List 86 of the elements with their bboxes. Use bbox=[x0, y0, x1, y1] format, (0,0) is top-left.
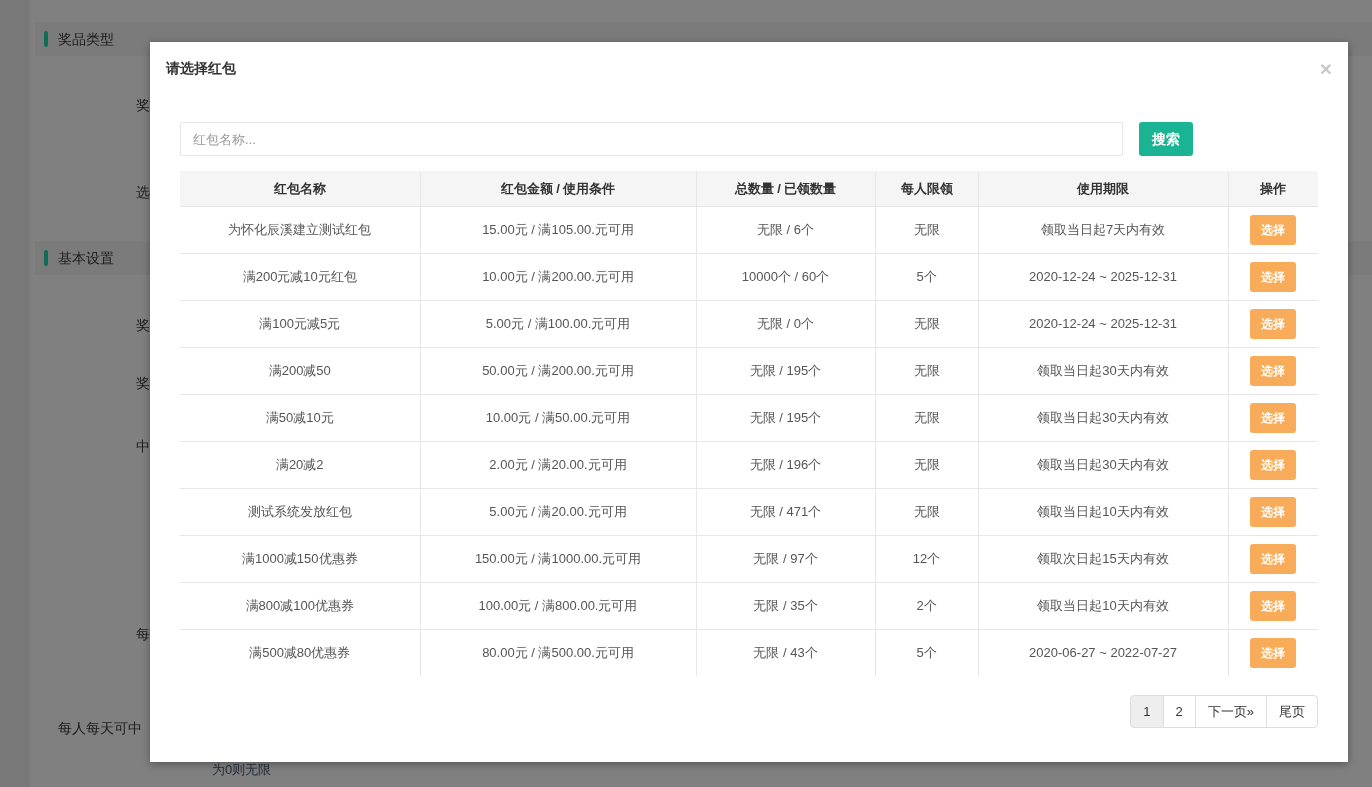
field-label: 奖 bbox=[135, 374, 150, 393]
column-header: 使用期限 bbox=[978, 171, 1228, 206]
field-label: 每 bbox=[135, 625, 150, 644]
select-button[interactable]: 选择 bbox=[1250, 402, 1297, 433]
table-cell: 2个 bbox=[875, 582, 978, 629]
table-cell: 满200元减10元红包 bbox=[180, 253, 420, 300]
table-cell: 2.00元 / 满20.00.元可用 bbox=[420, 441, 696, 488]
page-link[interactable]: 下一页» bbox=[1194, 695, 1267, 728]
column-header: 操作 bbox=[1228, 171, 1318, 206]
page-link[interactable]: 2 bbox=[1162, 695, 1196, 728]
select-button[interactable]: 选择 bbox=[1250, 637, 1297, 668]
table-cell: 无限 / 471个 bbox=[696, 488, 875, 535]
search-button[interactable]: 搜索 bbox=[1139, 122, 1193, 156]
table-cell: 领取当日起30天内有效 bbox=[978, 394, 1228, 441]
table-cell: 满20减2 bbox=[180, 441, 420, 488]
field-label: 奖 bbox=[135, 96, 150, 115]
table-cell: 无限 / 35个 bbox=[696, 582, 875, 629]
table-cell: 满800减100优惠券 bbox=[180, 582, 420, 629]
table-cell: 5.00元 / 满100.00.元可用 bbox=[420, 300, 696, 347]
table-cell: 无限 bbox=[875, 441, 978, 488]
select-button[interactable]: 选择 bbox=[1250, 261, 1297, 292]
table-cell: 无限 bbox=[875, 394, 978, 441]
table-cell: 满1000减150优惠券 bbox=[180, 535, 420, 582]
table-cell: 领取当日起30天内有效 bbox=[978, 441, 1228, 488]
page-link[interactable]: 尾页 bbox=[1266, 695, 1318, 728]
table-cell: 10.00元 / 满50.00.元可用 bbox=[420, 394, 696, 441]
table-cell: 2020-12-24 ~ 2025-12-31 bbox=[978, 300, 1228, 347]
select-button[interactable]: 选择 bbox=[1250, 355, 1297, 386]
table-cell: 无限 / 195个 bbox=[696, 394, 875, 441]
select-button[interactable]: 选择 bbox=[1250, 449, 1297, 480]
table-cell: 15.00元 / 满105.00.元可用 bbox=[420, 206, 696, 253]
table-cell: 50.00元 / 满200.00.元可用 bbox=[420, 347, 696, 394]
table-cell: 150.00元 / 满1000.00.元可用 bbox=[420, 535, 696, 582]
table-cell: 2020-12-24 ~ 2025-12-31 bbox=[978, 253, 1228, 300]
table-cell: 10000个 / 60个 bbox=[696, 253, 875, 300]
table-cell: 满500减80优惠券 bbox=[180, 629, 420, 676]
table-cell: 80.00元 / 满500.00.元可用 bbox=[420, 629, 696, 676]
section-title: 基本设置 bbox=[58, 248, 114, 268]
field-label: 每人每天可中 bbox=[57, 719, 142, 738]
table-cell: 10.00元 / 满200.00.元可用 bbox=[420, 253, 696, 300]
table-cell: 无限 bbox=[875, 300, 978, 347]
table-cell: 无限 bbox=[875, 206, 978, 253]
table-cell: 5.00元 / 满20.00.元可用 bbox=[420, 488, 696, 535]
search-field[interactable]: 红包名称... bbox=[180, 122, 1123, 156]
field-label: 中 bbox=[135, 437, 150, 456]
table-cell: 领取次日起15天内有效 bbox=[978, 535, 1228, 582]
close-button[interactable]: × bbox=[1319, 57, 1332, 79]
modal-title: 请选择红包 bbox=[166, 58, 236, 78]
column-header: 每人限领 bbox=[875, 171, 978, 206]
column-header: 红包金额 / 使用条件 bbox=[420, 171, 696, 206]
table-cell: 满200减50 bbox=[180, 347, 420, 394]
table-cell: 满100元减5元 bbox=[180, 300, 420, 347]
field-label: 奖 bbox=[135, 316, 150, 335]
column-header: 红包名称 bbox=[180, 171, 420, 206]
table-cell: 12个 bbox=[875, 535, 978, 582]
column-header: 总数量 / 已领数量 bbox=[696, 171, 875, 206]
table-cell: 无限 / 195个 bbox=[696, 347, 875, 394]
section-title: 奖品类型 bbox=[58, 29, 114, 49]
table-cell: 无限 bbox=[875, 347, 978, 394]
table-cell: 无限 bbox=[875, 488, 978, 535]
table-cell: 无限 / 6个 bbox=[696, 206, 875, 253]
table-cell: 领取当日起10天内有效 bbox=[978, 582, 1228, 629]
help-text: 为0则无限 bbox=[212, 762, 273, 778]
table-cell: 无限 / 43个 bbox=[696, 629, 875, 676]
select-button[interactable]: 选择 bbox=[1250, 214, 1297, 245]
table-cell: 领取当日起30天内有效 bbox=[978, 347, 1228, 394]
table-cell: 5个 bbox=[875, 253, 978, 300]
select-button[interactable]: 选择 bbox=[1250, 308, 1297, 339]
select-button[interactable]: 选择 bbox=[1250, 590, 1297, 621]
table-cell: 测试系统发放红包 bbox=[180, 488, 420, 535]
table-cell: 无限 / 97个 bbox=[696, 535, 875, 582]
table-cell: 无限 / 0个 bbox=[696, 300, 875, 347]
section-marker bbox=[44, 31, 48, 47]
table-cell: 无限 / 196个 bbox=[696, 441, 875, 488]
table-cell: 为怀化辰溪建立测试红包 bbox=[180, 206, 420, 253]
table-cell: 领取当日起7天内有效 bbox=[978, 206, 1228, 253]
select-button[interactable]: 选择 bbox=[1250, 543, 1297, 574]
field-label: 选 bbox=[135, 183, 150, 202]
page-link[interactable]: 1 bbox=[1130, 695, 1164, 728]
table-cell: 100.00元 / 满800.00.元可用 bbox=[420, 582, 696, 629]
table-cell: 2020-06-27 ~ 2022-07-27 bbox=[978, 629, 1228, 676]
select-button[interactable]: 选择 bbox=[1250, 496, 1297, 527]
table-cell: 5个 bbox=[875, 629, 978, 676]
table-cell: 满50减10元 bbox=[180, 394, 420, 441]
table-cell: 领取当日起10天内有效 bbox=[978, 488, 1228, 535]
section-marker bbox=[44, 250, 48, 266]
